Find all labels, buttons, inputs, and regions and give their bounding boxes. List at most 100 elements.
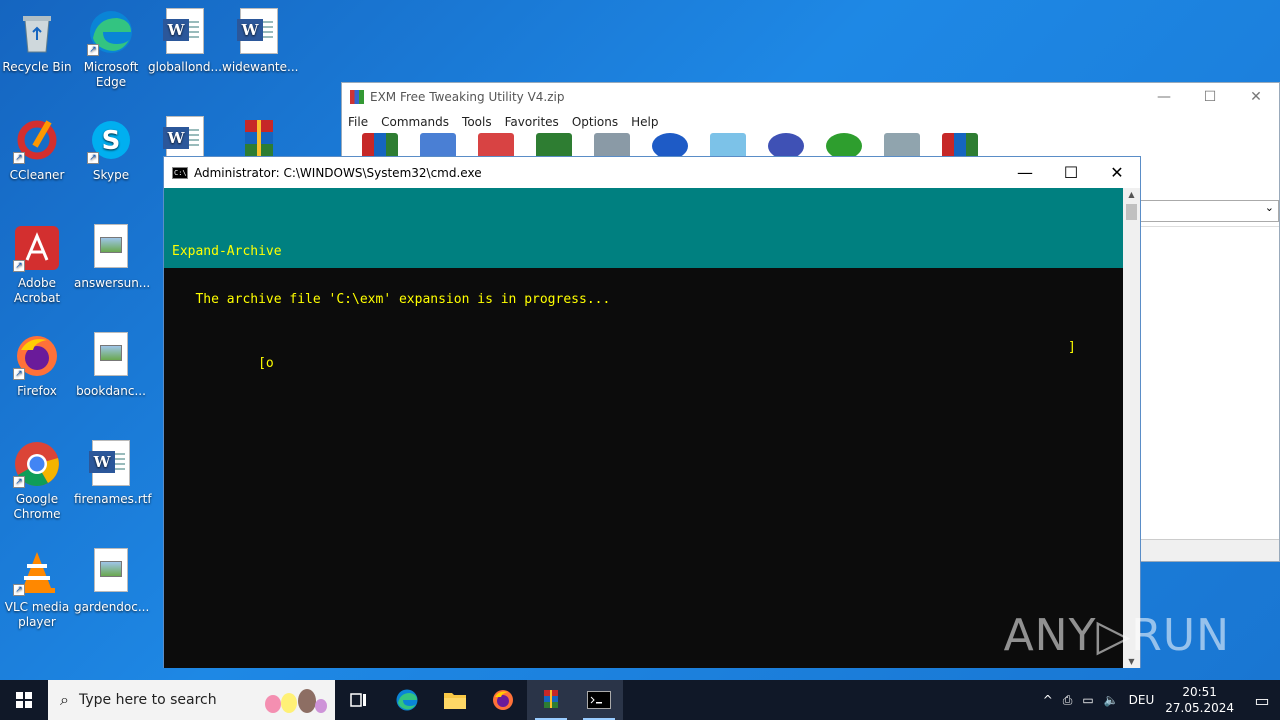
- search-icon: ⌕: [60, 690, 69, 709]
- maximize-button[interactable]: ☐: [1048, 157, 1094, 188]
- desktop-icon-skype[interactable]: S ↗ Skype: [74, 116, 148, 183]
- sfx-tool-icon[interactable]: [942, 133, 978, 157]
- clock[interactable]: 20:51 27.05.2024: [1165, 684, 1234, 716]
- task-view-button[interactable]: [335, 680, 383, 720]
- status-bar: [1139, 539, 1279, 561]
- winrar-title-bar[interactable]: EXM Free Tweaking Utility V4.zip — ☐ ✕: [342, 83, 1279, 111]
- chrome-icon: ↗: [13, 440, 61, 488]
- view-tool-icon[interactable]: [536, 133, 572, 157]
- shortcut-arrow-icon: ↗: [13, 584, 25, 596]
- image-file-icon: [87, 548, 135, 596]
- shortcut-arrow-icon: ↗: [13, 260, 25, 272]
- desktop-icon-google-chrome[interactable]: ↗ Google Chrome: [0, 440, 74, 522]
- clock-date: 27.05.2024: [1165, 701, 1234, 715]
- word-file-icon: W: [161, 8, 209, 56]
- vlc-icon: ↗: [13, 548, 61, 596]
- winrar-icon: [350, 90, 364, 104]
- device-icon[interactable]: ⎙: [1063, 693, 1073, 708]
- virus-scan-tool-icon[interactable]: [826, 133, 862, 157]
- scroll-up-icon[interactable]: ▲: [1123, 190, 1140, 199]
- cmd-title-bar[interactable]: C:\ Administrator: C:\WINDOWS\System32\c…: [164, 157, 1140, 188]
- minimize-button[interactable]: —: [1002, 157, 1048, 188]
- firefox-icon: [493, 690, 513, 710]
- cmd-title: Administrator: C:\WINDOWS\System32\cmd.e…: [194, 165, 482, 180]
- menu-options[interactable]: Options: [572, 115, 618, 129]
- windows-logo-icon: [16, 692, 32, 708]
- taskbar: ⌕ Type here to search ^ ⎙ ▭ 🔈 DEU 20:51 …: [0, 680, 1280, 720]
- progress-activity: Expand-Archive: [172, 244, 282, 259]
- extract-to-tool-icon[interactable]: [420, 133, 456, 157]
- image-file-icon: [87, 224, 135, 272]
- close-button[interactable]: ✕: [1094, 157, 1140, 188]
- info-tool-icon[interactable]: [768, 133, 804, 157]
- taskbar-cmd[interactable]: [575, 680, 623, 720]
- winrar-toolbar: [342, 133, 1279, 157]
- skype-icon: S ↗: [87, 116, 135, 164]
- progress-status: The archive file 'C:\exm' expansion is i…: [172, 292, 611, 307]
- word-file-icon: W: [87, 440, 135, 488]
- taskbar-firefox[interactable]: [479, 680, 527, 720]
- desktop-icon-adobe-acrobat[interactable]: ↗ Adobe Acrobat: [0, 224, 74, 306]
- desktop-icon-bookdanc[interactable]: bookdanc...: [74, 332, 148, 399]
- shortcut-arrow-icon: ↗: [13, 152, 25, 164]
- menu-help[interactable]: Help: [631, 115, 658, 129]
- search-placeholder: Type here to search: [78, 692, 217, 708]
- start-button[interactable]: [0, 680, 48, 720]
- clock-time: 20:51: [1182, 685, 1217, 699]
- scrollbar-thumb[interactable]: [1126, 204, 1137, 220]
- language-indicator[interactable]: DEU: [1129, 693, 1155, 707]
- progress-bar-start: [o: [234, 356, 274, 371]
- menu-file[interactable]: File: [348, 115, 368, 129]
- desktop-icon-firefox[interactable]: ↗ Firefox: [0, 332, 74, 399]
- maximize-button[interactable]: ☐: [1187, 83, 1233, 111]
- svg-text:S: S: [102, 126, 121, 156]
- desktop-icon-vlc[interactable]: ↗ VLC media player: [0, 548, 74, 630]
- network-icon[interactable]: ▭: [1082, 693, 1093, 707]
- task-view-icon: [350, 693, 366, 707]
- image-file-icon: [87, 332, 135, 380]
- taskbar-winrar[interactable]: [527, 680, 575, 720]
- add-tool-icon[interactable]: [362, 133, 398, 157]
- taskbar-edge[interactable]: [383, 680, 431, 720]
- delete-tool-icon[interactable]: [594, 133, 630, 157]
- easter-eggs-icon: [265, 689, 327, 713]
- vertical-scrollbar[interactable]: ▲ ▼: [1123, 188, 1140, 668]
- minimize-button[interactable]: —: [1141, 83, 1187, 111]
- edge-icon: ↗: [87, 8, 135, 56]
- desktop-icon-globallond[interactable]: W globallond...: [148, 8, 222, 75]
- cmd-window[interactable]: C:\ Administrator: C:\WINDOWS\System32\c…: [163, 156, 1141, 668]
- winrar-icon: [544, 690, 558, 708]
- menu-commands[interactable]: Commands: [381, 115, 449, 129]
- desktop-icon-microsoft-edge[interactable]: ↗ Microsoft Edge: [74, 8, 148, 90]
- search-box[interactable]: ⌕ Type here to search: [48, 680, 335, 720]
- desktop: Recycle Bin ↗ CCleaner ↗ Adobe Acrobat ↗…: [0, 0, 1280, 680]
- folder-icon: [444, 693, 466, 709]
- cmd-icon: C:\: [172, 166, 188, 179]
- word-file-icon: W: [235, 8, 283, 56]
- wizard-tool-icon[interactable]: [710, 133, 746, 157]
- path-dropdown[interactable]: ⌄: [1139, 200, 1279, 222]
- taskbar-file-explorer[interactable]: [431, 680, 479, 720]
- notification-icon[interactable]: ▭: [1244, 691, 1280, 710]
- volume-icon[interactable]: 🔈: [1104, 693, 1119, 707]
- test-tool-icon[interactable]: [478, 133, 514, 157]
- desktop-icon-gardendoc[interactable]: gardendoc...: [74, 548, 149, 615]
- progress-bar: [o]: [172, 340, 1124, 388]
- close-button[interactable]: ✕: [1233, 83, 1279, 111]
- cmd-icon: [587, 691, 611, 709]
- desktop-icon-firenames[interactable]: W firenames.rtf: [74, 440, 152, 507]
- archive-file-list[interactable]: [1139, 226, 1279, 536]
- desktop-icon-recycle-bin[interactable]: Recycle Bin: [0, 8, 74, 75]
- find-tool-icon[interactable]: [652, 133, 688, 157]
- desktop-icon-widewante[interactable]: W widewante...: [222, 8, 298, 75]
- chevron-up-icon[interactable]: ^: [1043, 693, 1053, 707]
- shortcut-arrow-icon: ↗: [13, 476, 25, 488]
- desktop-icon-answersun[interactable]: answersun...: [74, 224, 150, 291]
- menu-favorites[interactable]: Favorites: [505, 115, 559, 129]
- comment-tool-icon[interactable]: [884, 133, 920, 157]
- desktop-icon-ccleaner[interactable]: ↗ CCleaner: [0, 116, 74, 183]
- anyrun-watermark: ANY▷RUN: [1003, 610, 1230, 661]
- ccleaner-icon: ↗: [13, 116, 61, 164]
- shortcut-arrow-icon: ↗: [87, 152, 99, 164]
- menu-tools[interactable]: Tools: [462, 115, 492, 129]
